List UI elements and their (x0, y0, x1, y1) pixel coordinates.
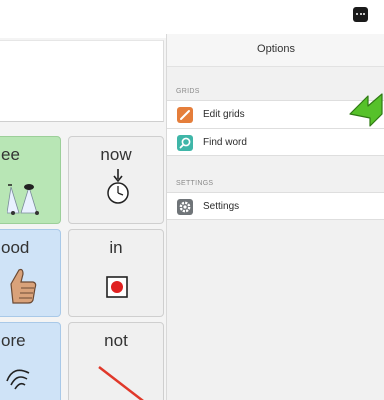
grid-cell-not[interactable]: not (68, 322, 164, 400)
grid-cell-word: in (109, 238, 123, 257)
grid-cell-word: ee (1, 145, 20, 164)
magnifier-icon (177, 135, 193, 151)
grid-cell-word: now (100, 145, 132, 164)
ellipsis-dot (363, 13, 365, 15)
section-label-settings: SETTINGS (176, 180, 214, 187)
more-options-button[interactable] (353, 7, 368, 22)
pencil-icon (177, 107, 193, 123)
more-symbol (6, 369, 30, 390)
grid-cell-good[interactable]: ood (0, 229, 61, 317)
menu-item-settings[interactable]: Settings (167, 192, 384, 220)
communication-app: ee now ood in ore not (0, 0, 166, 400)
grid-cell-word: ore (1, 331, 26, 350)
message-bar[interactable] (0, 40, 164, 122)
grid-cell-now[interactable]: now (68, 136, 164, 224)
stopwatch-symbol (107, 169, 129, 204)
grid-cell-see[interactable]: ee (0, 136, 61, 224)
red-line-symbol (98, 366, 144, 400)
grid-cell-word: not (104, 331, 128, 350)
panel-title: Options (167, 34, 384, 66)
grid-cell-in[interactable]: in (68, 229, 164, 317)
eyes-symbol (7, 184, 39, 215)
green-arrow-icon (349, 93, 383, 127)
gear-icon (177, 199, 193, 215)
menu-item-label: Settings (203, 201, 240, 212)
thumbs-up-symbol (10, 268, 37, 304)
ellipsis-dot (359, 13, 362, 15)
section-label-grids: GRIDS (176, 88, 200, 95)
app-top-bar (0, 0, 166, 38)
menu-item-label: Edit grids (203, 109, 245, 120)
box-with-dot-symbol (106, 276, 128, 298)
menu-item-find-word[interactable]: Find word (167, 128, 384, 156)
grid-cell-more[interactable]: ore (0, 322, 61, 400)
menu-item-label: Find word (203, 137, 247, 148)
grid-cell-word: ood (1, 238, 30, 257)
ellipsis-dot (356, 13, 358, 15)
divider (167, 66, 384, 67)
